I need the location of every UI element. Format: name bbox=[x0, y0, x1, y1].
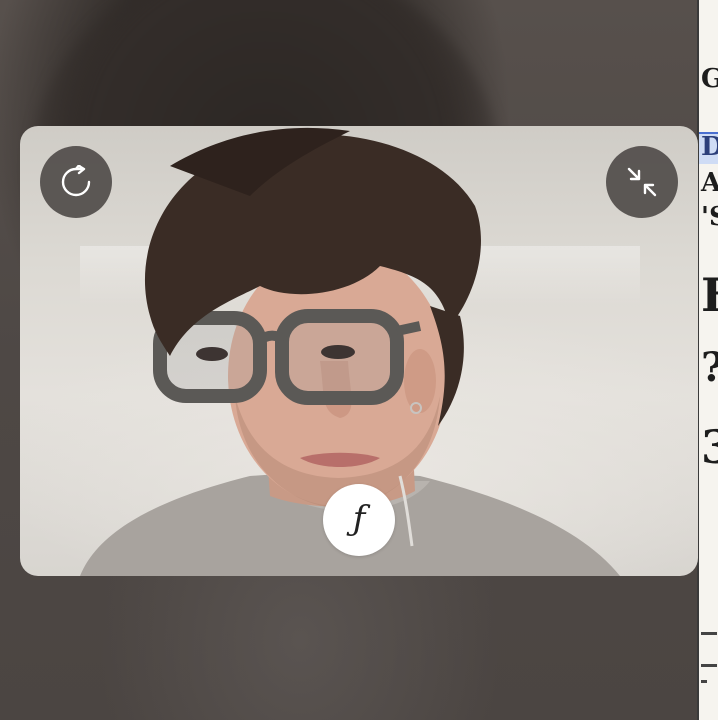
function-f-icon: ƒ bbox=[352, 499, 366, 539]
collapse-arrows-icon bbox=[627, 167, 657, 197]
camera-preview: ƒ bbox=[20, 126, 698, 576]
document-edge: G DI A 'S F ? ( 39 bbox=[697, 0, 718, 720]
screen: G DI A 'S F ? ( 39 bbox=[0, 0, 718, 720]
doc-fragment: G bbox=[701, 64, 718, 94]
rotate-clockwise-icon bbox=[61, 165, 91, 197]
doc-fragment: ? ( bbox=[701, 344, 718, 391]
doc-fragment: 'S bbox=[701, 202, 718, 232]
retake-button[interactable] bbox=[40, 146, 112, 218]
filter-button[interactable]: ƒ bbox=[323, 484, 395, 556]
minimize-button[interactable] bbox=[606, 146, 678, 218]
doc-fragment: A bbox=[701, 168, 718, 198]
doc-fragment: F bbox=[701, 268, 718, 322]
doc-fragment: 39 bbox=[701, 420, 718, 474]
doc-fragment[interactable]: DI bbox=[701, 132, 718, 162]
